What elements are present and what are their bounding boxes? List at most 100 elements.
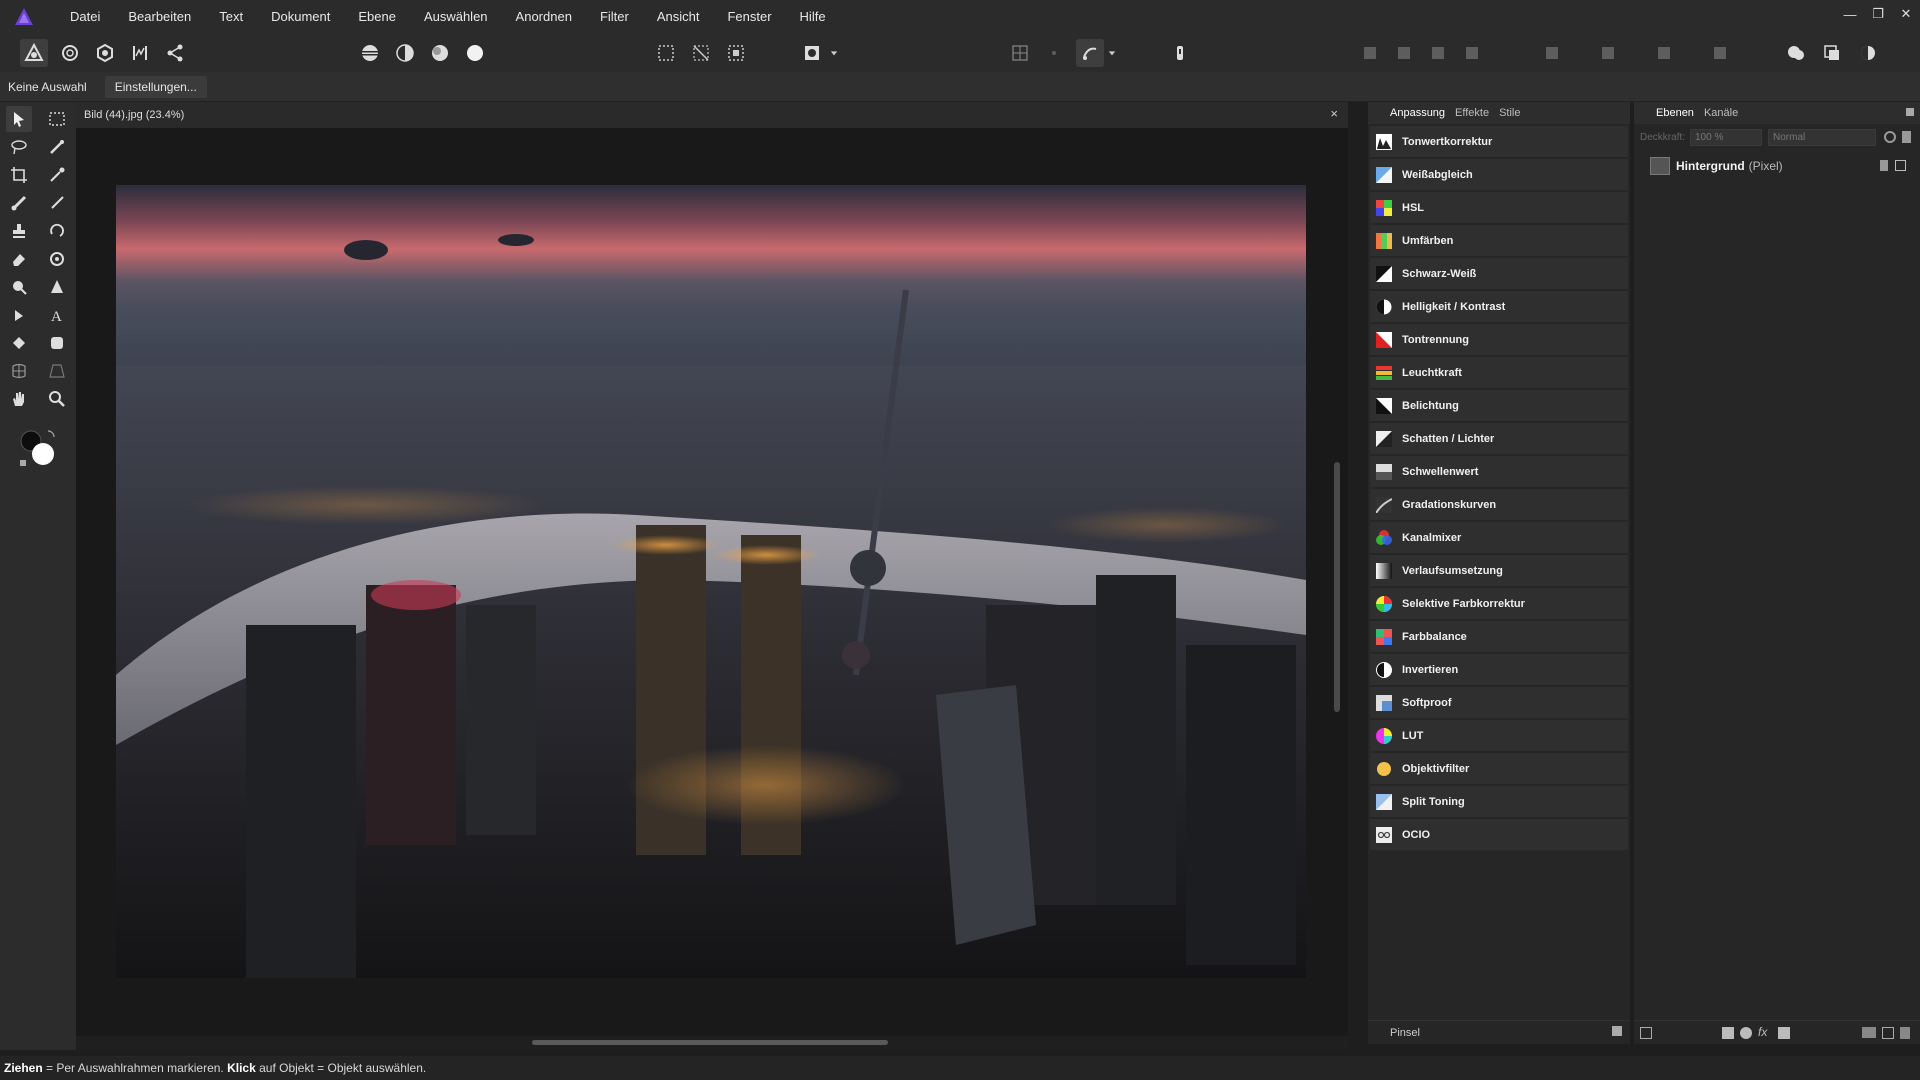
new-layer-icon[interactable] [1882,1027,1894,1039]
hand-tool-icon[interactable] [6,386,32,412]
alignment-dropdown-icon[interactable] [1104,39,1120,67]
arrange-backward-icon[interactable] [1390,39,1418,67]
tab-ebenen[interactable]: Ebenen [1652,107,1698,119]
menu-fenster[interactable]: Fenster [713,0,785,34]
adj-tonwertkorrektur[interactable]: Tonwertkorrektur [1370,126,1628,157]
menu-datei[interactable]: Datei [56,0,114,34]
menu-auswaehlen[interactable]: Auswählen [410,0,502,34]
sponge-tool-icon[interactable] [6,274,32,300]
vertical-scroll-thumb[interactable] [1334,462,1340,712]
vertical-scrollbar[interactable] [1334,132,1340,1034]
rotate-icon[interactable] [1706,39,1734,67]
crop-tool-icon[interactable] [6,162,32,188]
tab-effekte[interactable]: Effekte [1451,107,1493,119]
snapping-options-icon[interactable] [1040,39,1068,67]
adj-schatten-lichter[interactable]: Schatten / Lichter [1370,423,1628,454]
undo-brush-icon[interactable] [44,218,70,244]
live-filter-icon[interactable] [1778,1027,1790,1039]
adj-helligkeit-kontrast[interactable]: Helligkeit / Kontrast [1370,291,1628,322]
selection-marquee-icon[interactable] [652,39,680,67]
layer-lock-icon[interactable] [1880,160,1888,171]
horizontal-scroll-thumb[interactable] [532,1040,888,1045]
liquify-persona-icon[interactable] [56,39,84,67]
group-layers-icon[interactable] [1862,1027,1876,1038]
adj-objektivfilter[interactable]: Objektivfilter [1370,753,1628,784]
move-tool-icon[interactable] [6,106,32,132]
quick-mask-dropdown-icon[interactable] [826,39,842,67]
dodge-tool-icon[interactable] [44,246,70,272]
delete-layer-icon[interactable] [1900,1027,1910,1039]
flip-horizontal-icon[interactable] [1594,39,1622,67]
node-tool-icon[interactable] [6,302,32,328]
adj-ocio[interactable]: OCIO [1370,819,1628,850]
adj-schwellenwert[interactable]: Schwellenwert [1370,456,1628,487]
mask-layer-icon[interactable] [1722,1027,1734,1039]
perspective-tool-icon[interactable] [44,358,70,384]
brush-panel-header[interactable]: Pinsel [1368,1020,1630,1044]
clone-stamp-icon[interactable] [6,218,32,244]
fill-tool-icon[interactable] [6,330,32,356]
adj-gradationskurven[interactable]: Gradationskurven [1370,489,1628,520]
adj-weissabgleich[interactable]: Weißabgleich [1370,159,1628,190]
blend-mode-select[interactable]: Normal [1768,128,1876,146]
paint-brush-icon[interactable] [6,190,32,216]
settings-button[interactable]: Einstellungen... [104,75,207,98]
adj-tontrennung[interactable]: Tontrennung [1370,324,1628,355]
auto-levels-icon[interactable] [356,39,384,67]
menu-dokument[interactable]: Dokument [257,0,344,34]
arrange-back-icon[interactable] [1356,39,1384,67]
menu-filter[interactable]: Filter [586,0,643,34]
auto-colors-icon[interactable] [426,39,454,67]
deselect-icon[interactable] [687,39,715,67]
menu-ansicht[interactable]: Ansicht [643,0,714,34]
eraser-icon[interactable] [6,246,32,272]
document-tab[interactable]: Bild (44).jpg (23.4%) × [76,102,1348,128]
tab-stile[interactable]: Stile [1495,107,1524,119]
export-persona-icon[interactable] [161,39,189,67]
arrange-forward-icon[interactable] [1424,39,1452,67]
mesh-warp-icon[interactable] [6,358,32,384]
app-logo-icon[interactable] [14,7,34,27]
adj-kanalmixer[interactable]: Kanalmixer [1370,522,1628,553]
tab-anpassung[interactable]: Anpassung [1386,107,1449,119]
rectangular-marquee-icon[interactable] [44,106,70,132]
sharpen-tool-icon[interactable] [44,274,70,300]
auto-white-balance-icon[interactable] [461,39,489,67]
shape-tool-icon[interactable] [44,330,70,356]
fx-icon[interactable]: fx [1758,1025,1767,1039]
invert-selection-icon[interactable] [722,39,750,67]
opacity-field[interactable]: 100 % [1690,128,1762,146]
photo-persona-icon[interactable] [20,39,48,67]
panel-menu-icon[interactable] [1612,1026,1622,1036]
menu-hilfe[interactable]: Hilfe [786,0,840,34]
tone-mapping-persona-icon[interactable] [126,39,154,67]
adj-split-toning[interactable]: Split Toning [1370,786,1628,817]
layer-visibility-checkbox[interactable] [1895,160,1906,171]
layer-row[interactable]: Hintergrund (Pixel) [1648,154,1914,178]
lock-icon[interactable] [1902,131,1911,143]
adj-umfaerben[interactable]: Umfärben [1370,225,1628,256]
minimize-icon[interactable]: — [1836,0,1864,28]
align-icon[interactable] [1538,39,1566,67]
assistant-options-icon[interactable] [1166,39,1194,67]
selection-brush-icon[interactable] [44,134,70,160]
menu-text[interactable]: Text [205,0,257,34]
close-window-icon[interactable]: ✕ [1892,0,1920,28]
zoom-tool-icon[interactable] [44,386,70,412]
boolean-subtract-icon[interactable] [1818,39,1846,67]
adj-schwarz-weiss[interactable]: Schwarz-Weiß [1370,258,1628,289]
boolean-add-icon[interactable] [1782,39,1810,67]
force-pixel-alignment-icon[interactable] [1076,39,1104,67]
adj-hsl[interactable]: HSL [1370,192,1628,223]
auto-contrast-icon[interactable] [391,39,419,67]
color-picker-icon[interactable] [44,162,70,188]
photo-image[interactable] [116,185,1306,978]
menu-anordnen[interactable]: Anordnen [502,0,586,34]
adj-invertieren[interactable]: Invertieren [1370,654,1628,685]
adj-lut[interactable]: LUT [1370,720,1628,751]
restore-icon[interactable]: ❐ [1864,0,1892,28]
pixel-brush-icon[interactable] [44,190,70,216]
boolean-intersect-icon[interactable] [1854,39,1882,67]
layer-settings-gear-icon[interactable] [1884,131,1896,143]
menu-ebene[interactable]: Ebene [344,0,410,34]
